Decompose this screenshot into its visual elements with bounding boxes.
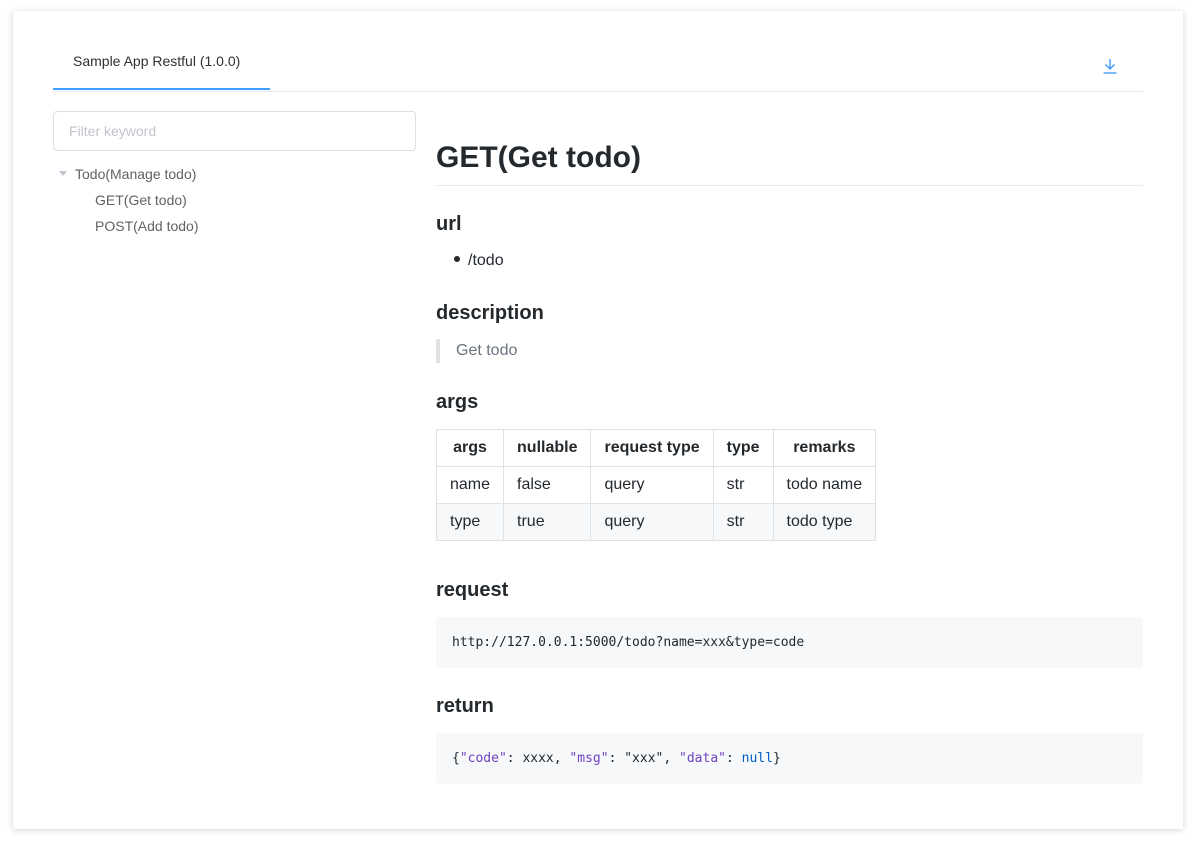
caret-down-icon[interactable]: [59, 171, 67, 176]
table-row: type true query str todo type: [437, 504, 876, 541]
code-key-token: "msg": [569, 751, 608, 766]
url-value: /todo: [468, 252, 504, 269]
table-header-cell: args: [437, 430, 504, 467]
args-table: args nullable request type type remarks …: [436, 429, 876, 541]
bullet-icon: [454, 256, 460, 262]
tree-node-get-todo[interactable]: GET(Get todo): [53, 187, 416, 213]
tree-node-todo[interactable]: Todo(Manage todo): [53, 161, 416, 187]
code-key-token: "code": [460, 751, 507, 766]
table-cell: type: [437, 504, 504, 541]
table-header-cell: remarks: [773, 430, 876, 467]
table-cell: query: [591, 467, 713, 504]
table-cell: todo type: [773, 504, 876, 541]
download-icon[interactable]: [1101, 57, 1119, 75]
code-token: : "xxx",: [609, 751, 679, 766]
app-frame: Sample App Restful (1.0.0) Todo(Manage t…: [13, 11, 1183, 829]
doc-title: GET(Get todo): [436, 139, 1143, 186]
return-code-block: {"code": xxxx, "msg": "xxx", "data": nul…: [436, 733, 1143, 784]
code-token: :: [726, 751, 742, 766]
code-token: }: [773, 751, 781, 766]
request-heading: request: [436, 577, 508, 603]
tree-node-post-todo[interactable]: POST(Add todo): [53, 213, 416, 239]
table-cell: query: [591, 504, 713, 541]
table-header-cell: nullable: [504, 430, 591, 467]
table-cell: false: [504, 467, 591, 504]
request-code-block: http://127.0.0.1:5000/todo?name=xxx&type…: [436, 617, 1143, 668]
table-header-cell: type: [713, 430, 773, 467]
return-heading: return: [436, 693, 494, 719]
tab-sample-app[interactable]: Sample App Restful (1.0.0): [53, 39, 260, 91]
url-heading: url: [436, 211, 462, 237]
api-doc: GET(Get todo) url /todo description Get …: [436, 111, 1143, 186]
tree-node-label: Todo(Manage todo): [75, 166, 196, 182]
code-token: : xxxx,: [507, 751, 570, 766]
description-heading: description: [436, 300, 544, 326]
tabs-header: Sample App Restful (1.0.0): [53, 39, 1143, 92]
table-cell: todo name: [773, 467, 876, 504]
code-token: {: [452, 751, 460, 766]
args-heading: args: [436, 389, 478, 415]
table-cell: true: [504, 504, 591, 541]
filter-keyword-input[interactable]: [53, 111, 416, 151]
table-cell: str: [713, 504, 773, 541]
code-null-token: null: [742, 751, 773, 766]
description-quote: Get todo: [436, 339, 517, 363]
url-list-item: /todo: [454, 252, 504, 270]
table-cell: name: [437, 467, 504, 504]
table-header-cell: request type: [591, 430, 713, 467]
api-tree: Todo(Manage todo) GET(Get todo) POST(Add…: [53, 161, 416, 239]
table-header-row: args nullable request type type remarks: [437, 430, 876, 467]
active-tab-indicator: [53, 88, 270, 90]
code-key-token: "data": [679, 751, 726, 766]
table-row: name false query str todo name: [437, 467, 876, 504]
table-cell: str: [713, 467, 773, 504]
